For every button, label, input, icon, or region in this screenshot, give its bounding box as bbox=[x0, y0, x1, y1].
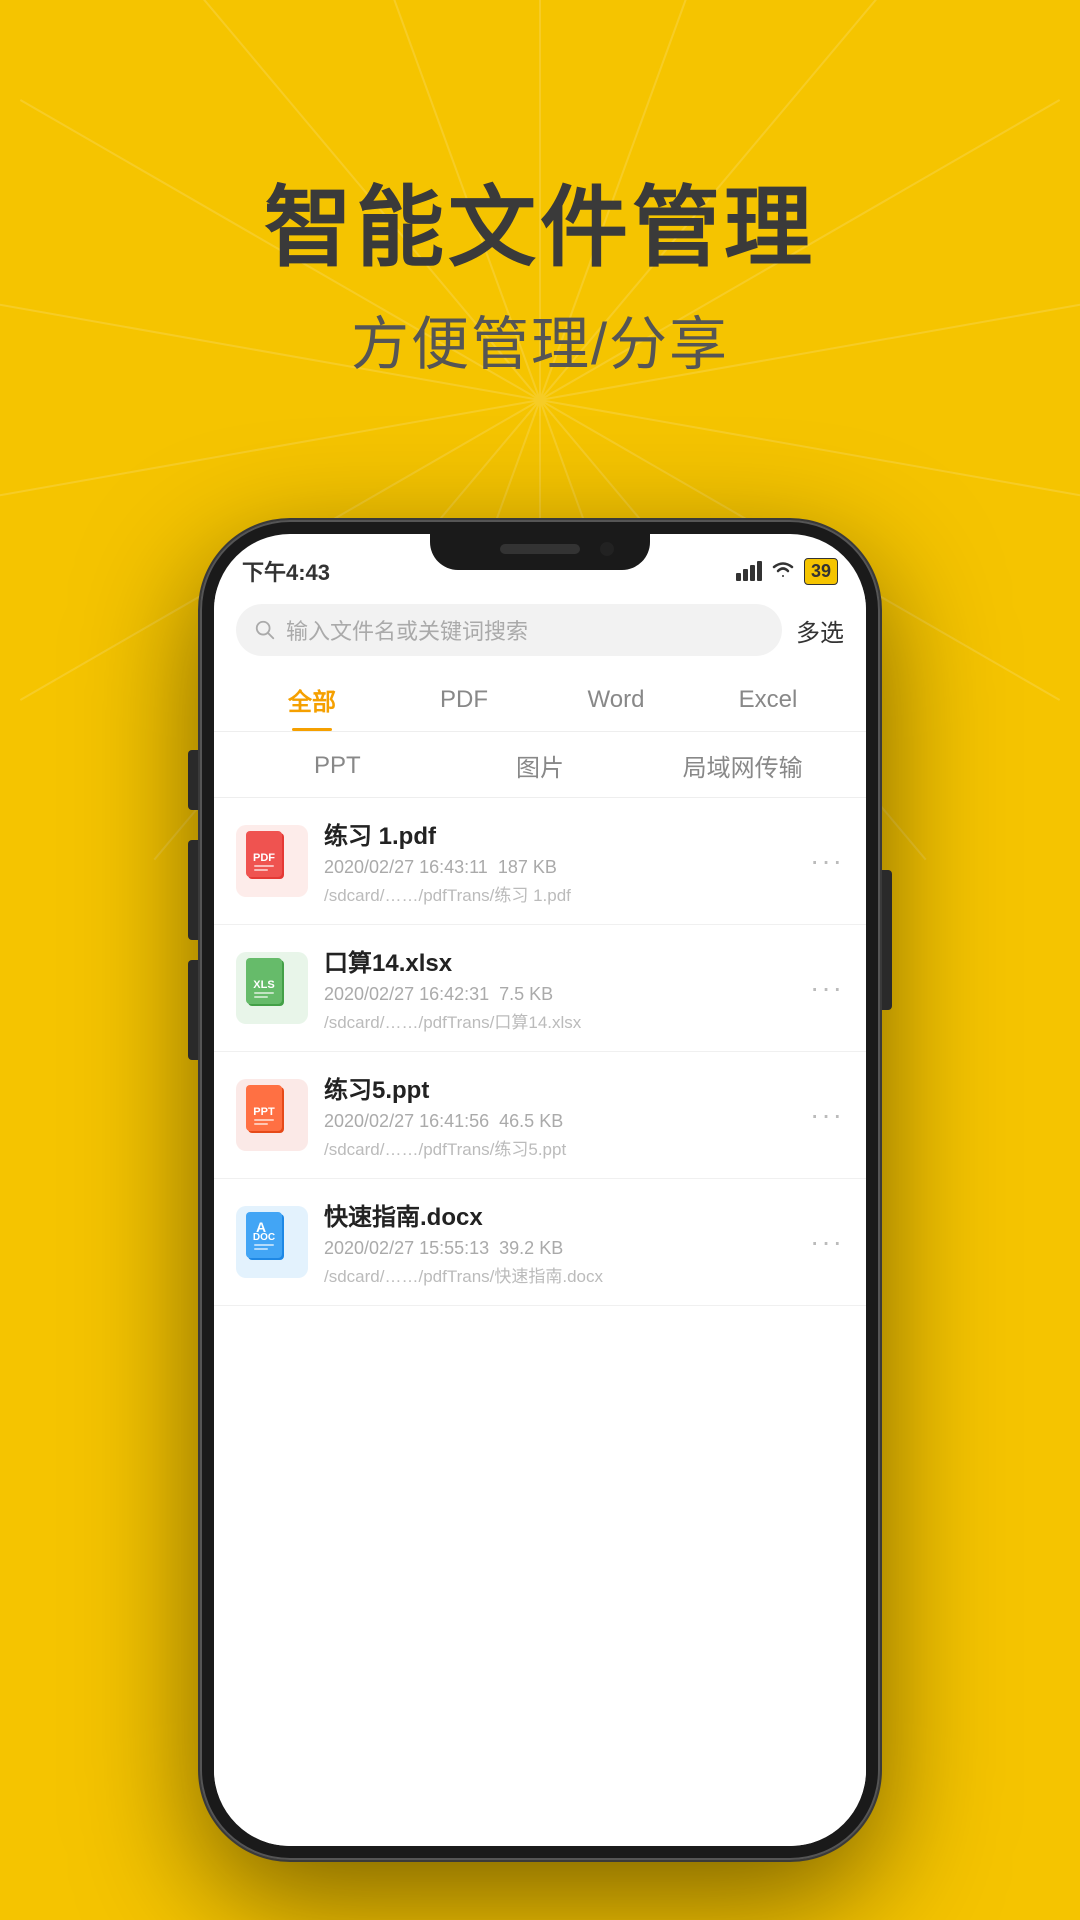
signal-icon: HD bbox=[736, 561, 762, 581]
file-name-docx: 快速指南.docx bbox=[324, 1197, 794, 1232]
file-meta-ppt: 2020/02/27 16:41:56 46.5 KB bbox=[324, 1111, 794, 1132]
file-icon-ppt: PPT bbox=[236, 1079, 308, 1151]
svg-text:A: A bbox=[256, 1219, 266, 1235]
file-path-ppt: /sdcard/……/pdfTrans/练习5.ppt bbox=[324, 1135, 794, 1160]
app-content: 输入文件名或关键词搜索 多选 全部 PDF Word Excel PPT 图片 … bbox=[214, 590, 866, 1846]
wifi-icon bbox=[770, 561, 796, 581]
header-title: 智能文件管理 bbox=[0, 180, 1080, 277]
file-item-ppt[interactable]: PPT 练习5.ppt 2020/02/27 16:41:56 46.5 KB … bbox=[214, 1052, 866, 1179]
file-info-pdf: 练习 1.pdf 2020/02/27 16:43:11 187 KB /sdc… bbox=[324, 816, 794, 906]
search-icon bbox=[254, 619, 276, 641]
file-icon-pdf: PDF bbox=[236, 825, 308, 897]
tab-lan[interactable]: 局域网传输 bbox=[641, 732, 844, 797]
tab-word[interactable]: Word bbox=[540, 670, 692, 728]
file-path-pdf: /sdcard/……/pdfTrans/练习 1.pdf bbox=[324, 881, 794, 906]
file-more-ppt[interactable]: ··· bbox=[810, 1099, 844, 1131]
header-subtitle: 方便管理/分享 bbox=[0, 297, 1080, 381]
tabs-row-1: 全部 PDF Word Excel bbox=[214, 666, 866, 732]
file-item-xlsx[interactable]: XLS 口算14.xlsx 2020/02/27 16:42:31 7.5 KB… bbox=[214, 925, 866, 1052]
phone-btn-volume-silent bbox=[188, 750, 198, 810]
status-icons: HD 39 bbox=[736, 540, 838, 585]
search-placeholder: 输入文件名或关键词搜索 bbox=[286, 614, 528, 646]
search-input-wrap[interactable]: 输入文件名或关键词搜索 bbox=[236, 604, 782, 656]
file-name-xlsx: 口算14.xlsx bbox=[324, 943, 794, 978]
file-name-ppt: 练习5.ppt bbox=[324, 1070, 794, 1105]
phone-shell: 下午4:43 HD 39 bbox=[200, 520, 880, 1860]
phone-mockup: 下午4:43 HD 39 bbox=[200, 520, 880, 1860]
file-meta-xlsx: 2020/02/27 16:42:31 7.5 KB bbox=[324, 984, 794, 1005]
file-name-pdf: 练习 1.pdf bbox=[324, 816, 794, 851]
multi-select-button[interactable]: 多选 bbox=[796, 613, 844, 648]
file-icon-docx: DOC A bbox=[236, 1206, 308, 1278]
header-section: 智能文件管理 方便管理/分享 bbox=[0, 180, 1080, 381]
file-item-pdf[interactable]: PDF 练习 1.pdf 2020/02/27 16:43:11 187 KB … bbox=[214, 798, 866, 925]
search-bar-row: 输入文件名或关键词搜索 多选 bbox=[214, 590, 866, 666]
tab-ppt[interactable]: PPT bbox=[236, 736, 439, 794]
file-meta-docx: 2020/02/27 15:55:13 39.2 KB bbox=[324, 1238, 794, 1259]
tab-pdf[interactable]: PDF bbox=[388, 670, 540, 728]
file-icon-xlsx: XLS bbox=[236, 952, 308, 1024]
phone-notch bbox=[430, 534, 650, 570]
svg-text:PPT: PPT bbox=[253, 1106, 275, 1118]
tab-excel[interactable]: Excel bbox=[692, 670, 844, 728]
file-more-pdf[interactable]: ··· bbox=[810, 845, 844, 877]
file-info-docx: 快速指南.docx 2020/02/27 15:55:13 39.2 KB /s… bbox=[324, 1197, 794, 1287]
tabs-row-2: PPT 图片 局域网传输 bbox=[214, 732, 866, 798]
file-more-docx[interactable]: ··· bbox=[810, 1226, 844, 1258]
notch-speaker bbox=[500, 544, 580, 554]
tab-image[interactable]: 图片 bbox=[439, 732, 642, 797]
battery-level: 39 bbox=[804, 558, 838, 585]
file-path-docx: /sdcard/……/pdfTrans/快速指南.docx bbox=[324, 1262, 794, 1287]
svg-text:PDF: PDF bbox=[253, 852, 275, 864]
file-info-xlsx: 口算14.xlsx 2020/02/27 16:42:31 7.5 KB /sd… bbox=[324, 943, 794, 1033]
phone-btn-volume-down bbox=[188, 960, 198, 1060]
status-time: 下午4:43 bbox=[242, 537, 330, 587]
file-path-xlsx: /sdcard/……/pdfTrans/口算14.xlsx bbox=[324, 1008, 794, 1033]
phone-screen: 下午4:43 HD 39 bbox=[214, 534, 866, 1846]
file-list: PDF 练习 1.pdf 2020/02/27 16:43:11 187 KB … bbox=[214, 798, 866, 1306]
svg-text:XLS: XLS bbox=[253, 979, 274, 991]
notch-camera bbox=[600, 542, 614, 556]
phone-btn-volume-up bbox=[188, 840, 198, 940]
file-item-docx[interactable]: DOC A 快速指南.docx 2020/02/27 15:55:13 39.2… bbox=[214, 1179, 866, 1306]
file-meta-pdf: 2020/02/27 16:43:11 187 KB bbox=[324, 857, 794, 878]
file-info-ppt: 练习5.ppt 2020/02/27 16:41:56 46.5 KB /sdc… bbox=[324, 1070, 794, 1160]
phone-btn-power bbox=[882, 870, 892, 1010]
tab-all[interactable]: 全部 bbox=[236, 666, 388, 731]
file-more-xlsx[interactable]: ··· bbox=[810, 972, 844, 1004]
